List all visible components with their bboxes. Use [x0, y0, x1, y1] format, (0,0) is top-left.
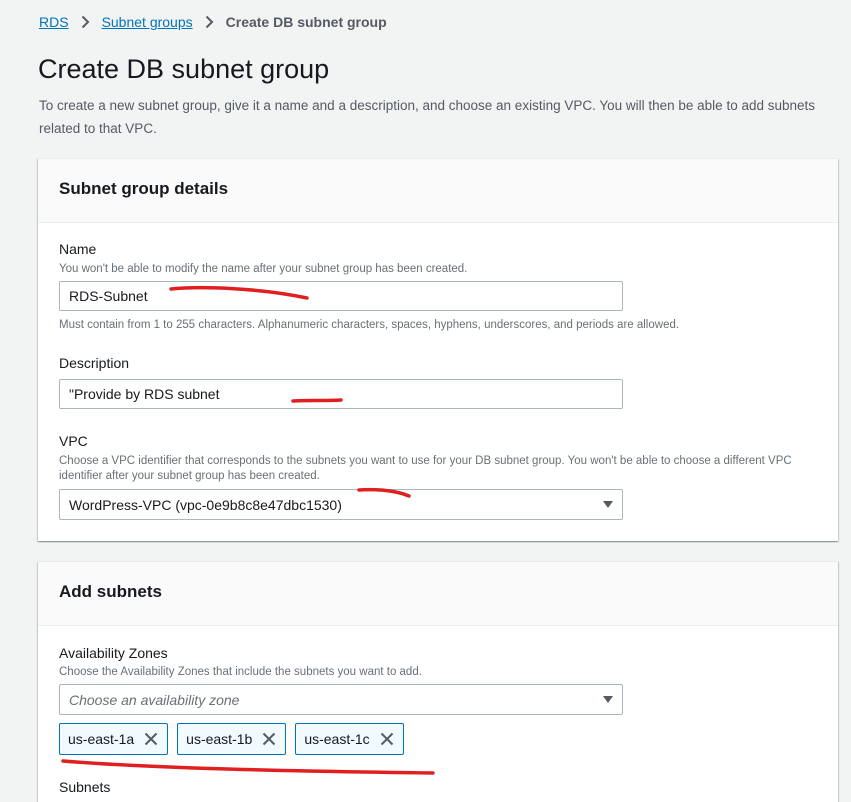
page-description: To create a new subnet group, give it a …: [39, 98, 816, 136]
name-label: Name: [59, 241, 97, 257]
caret-down-icon: [603, 501, 613, 508]
availability-zone-select[interactable]: Choose an availability zone: [59, 684, 623, 715]
panel-header: Subnet group details: [38, 159, 838, 223]
zone-token: us-east-1a: [59, 723, 169, 755]
subnet-group-details-panel: Subnet group details Name You won't be a…: [38, 158, 838, 541]
selected-zones: us-east-1a us-east-1b us-east-1c: [59, 723, 404, 755]
chevron-right-icon: [205, 15, 214, 29]
name-constraint: Must contain from 1 to 255 characters. A…: [59, 319, 680, 331]
description-label: Description: [59, 355, 130, 371]
availability-zones-label: Availability Zones: [59, 645, 168, 661]
availability-zone-placeholder: Choose an availability zone: [69, 691, 240, 708]
caret-down-icon: [603, 696, 613, 703]
close-icon[interactable]: [262, 732, 276, 746]
breadcrumb: RDS Subnet groups Create DB subnet group: [39, 12, 387, 32]
description-input-value: "Provide by RDS subnet: [69, 386, 220, 402]
zone-token: us-east-1c: [295, 723, 404, 755]
zone-token-label: us-east-1b: [186, 731, 253, 747]
breadcrumb-subnet-groups-link[interactable]: Subnet groups: [102, 14, 193, 30]
zone-token-label: us-east-1a: [68, 731, 135, 747]
vpc-select-value: WordPress-VPC (vpc-0e9b8c8e47dbc1530): [69, 496, 342, 513]
availability-zones-hint: Choose the Availability Zones that inclu…: [59, 666, 422, 678]
description-input[interactable]: "Provide by RDS subnet: [59, 379, 623, 409]
panel-title: Add subnets: [59, 582, 162, 601]
breadcrumb-current: Create DB subnet group: [225, 14, 387, 30]
name-hint: You won't be able to modify the name aft…: [59, 263, 468, 275]
subnets-label: Subnets: [59, 779, 111, 795]
zone-token: us-east-1b: [177, 723, 287, 755]
zone-token-label: us-east-1c: [304, 731, 370, 747]
name-input[interactable]: RDS-Subnet: [59, 281, 623, 311]
close-icon[interactable]: [144, 732, 158, 746]
breadcrumb-rds-link[interactable]: RDS: [39, 14, 69, 30]
chevron-right-icon: [81, 15, 90, 29]
vpc-hint: Choose a VPC identifier that corresponds…: [59, 455, 792, 482]
name-input-value: RDS-Subnet: [69, 288, 148, 304]
vpc-select[interactable]: WordPress-VPC (vpc-0e9b8c8e47dbc1530): [59, 489, 623, 520]
panel-title: Subnet group details: [59, 179, 229, 198]
add-subnets-panel: Add subnets Availability Zones Choose th…: [38, 561, 838, 802]
panel-header: Add subnets: [38, 562, 838, 626]
page-title: Create DB subnet group: [38, 54, 330, 84]
vpc-label: VPC: [59, 433, 88, 449]
close-icon[interactable]: [380, 732, 394, 746]
